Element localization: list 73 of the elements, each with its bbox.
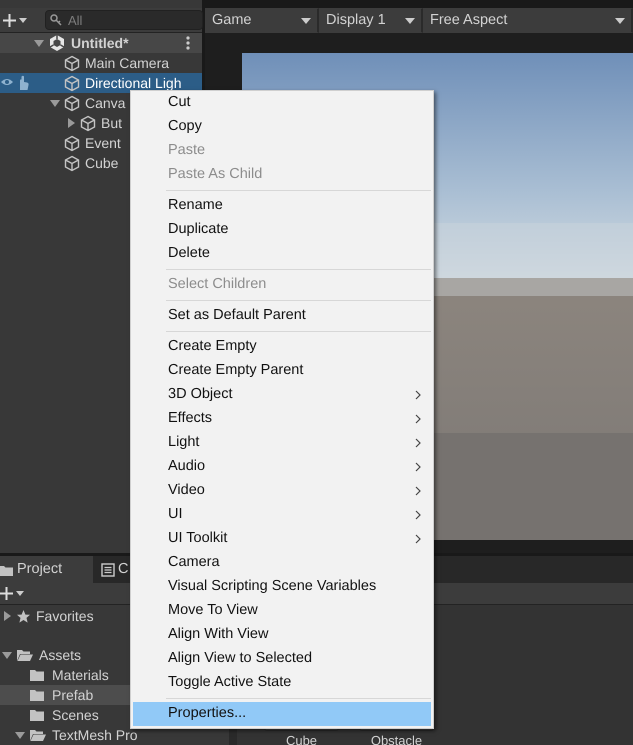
collapse-arrow-icon[interactable] xyxy=(66,118,76,128)
menu-item[interactable]: Cut xyxy=(133,91,431,115)
asset-label[interactable]: Obstacle xyxy=(370,731,422,745)
item-label: Favorites xyxy=(36,608,94,624)
folder-icon xyxy=(29,667,47,683)
menu-item[interactable]: Effects xyxy=(133,407,431,431)
item-label: TextMesh Pro xyxy=(52,728,138,742)
menu-item[interactable]: Duplicate xyxy=(133,218,431,242)
item-label: Assets xyxy=(39,648,82,662)
folder-icon xyxy=(29,687,47,703)
menu-item[interactable]: Video xyxy=(133,479,431,503)
menu-item[interactable]: Light xyxy=(133,431,431,455)
item-label: Materials xyxy=(52,668,109,682)
cube-icon xyxy=(64,74,80,92)
menu-item[interactable]: Create Empty xyxy=(133,335,431,359)
menu-item[interactable]: 3D Object xyxy=(133,383,431,407)
more-options-icon[interactable] xyxy=(186,36,190,50)
expand-arrow-icon[interactable] xyxy=(15,730,25,740)
folder-icon xyxy=(29,707,47,723)
menu-item[interactable]: UI xyxy=(133,503,431,527)
expand-arrow-icon[interactable] xyxy=(50,98,60,108)
item-label: But xyxy=(101,116,122,130)
cube-icon xyxy=(64,54,80,72)
caret-icon xyxy=(301,18,311,24)
unity-scene-icon xyxy=(48,34,66,52)
folder-icon xyxy=(16,647,34,663)
expand-arrow-icon[interactable] xyxy=(2,650,12,660)
asset-label[interactable]: Cube xyxy=(286,731,318,745)
plus-icon xyxy=(0,587,13,600)
cube-icon xyxy=(64,134,80,152)
panel-tab[interactable]: Project xyxy=(0,556,93,583)
item-label: Prefab xyxy=(52,688,94,702)
menu-item[interactable]: Set as Default Parent xyxy=(133,304,431,328)
menu-item[interactable]: Align View to Selected xyxy=(133,647,431,671)
collapse-arrow-icon[interactable] xyxy=(2,611,12,621)
dropdown[interactable]: Display 1 xyxy=(319,8,423,33)
star-icon xyxy=(16,608,31,624)
menu-item[interactable]: Copy xyxy=(133,115,431,139)
tree-item[interactable]: TextMesh Pro xyxy=(0,725,229,745)
item-label: Event xyxy=(85,136,121,150)
cube-icon xyxy=(64,154,80,172)
expand-arrow-icon[interactable] xyxy=(34,38,44,48)
menu-item[interactable]: Align With View xyxy=(133,623,431,647)
item-label: Untitled* xyxy=(71,36,129,50)
list-icon xyxy=(101,562,115,576)
menu-item[interactable]: Properties... xyxy=(133,702,431,726)
caret-icon xyxy=(19,18,27,22)
item-label: Cube xyxy=(85,156,118,170)
cube-icon xyxy=(80,114,96,132)
item-label: Scenes xyxy=(52,708,99,722)
menu-item[interactable]: Delete xyxy=(133,242,431,266)
plus-icon xyxy=(3,14,16,26)
menu-item[interactable]: Move To View xyxy=(133,599,431,623)
item-label: Canva xyxy=(85,96,126,110)
cube-icon xyxy=(64,94,80,112)
caret-icon xyxy=(16,591,24,596)
menu-item[interactable]: Audio xyxy=(133,455,431,479)
tree-item[interactable]: Main Camera xyxy=(0,53,202,73)
dropdown[interactable]: Game xyxy=(205,8,319,33)
menu-item[interactable]: UI Toolkit xyxy=(133,527,431,551)
tree-item[interactable]: Untitled* xyxy=(0,33,202,53)
add-button[interactable] xyxy=(3,14,27,26)
caret-icon xyxy=(405,18,415,24)
add-button[interactable] xyxy=(0,587,24,600)
search-field[interactable]: All xyxy=(45,10,203,30)
menu-item[interactable]: Rename xyxy=(133,194,431,218)
dropdown[interactable]: Free Aspect xyxy=(423,8,633,33)
item-label: Directional Ligh xyxy=(85,76,182,90)
folder-icon xyxy=(29,727,47,743)
caret-icon xyxy=(615,18,625,24)
menu-item[interactable]: Create Empty Parent xyxy=(133,359,431,383)
tree-item[interactable]: Directional Ligh xyxy=(0,73,202,93)
item-label: Main Camera xyxy=(85,56,170,70)
